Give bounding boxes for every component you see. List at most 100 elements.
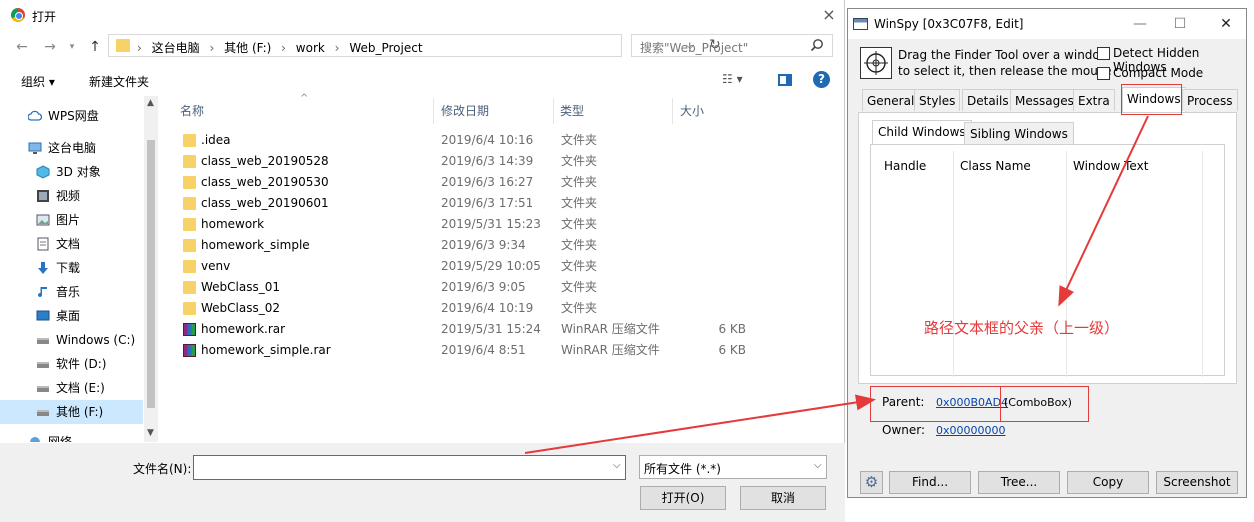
file-row[interactable]: .idea 2019/6/4 10:16 文件夹 (160, 130, 845, 151)
cloud-icon (28, 110, 42, 121)
scroll-up-icon[interactable]: ▲ (147, 98, 154, 108)
sidebar-item-drive-d[interactable]: 软件 (D:) (0, 352, 143, 376)
windows-tab-highlight (1121, 84, 1182, 115)
column-header-window-text[interactable]: Window Text (1073, 159, 1148, 173)
minimize-icon[interactable]: — (1130, 14, 1150, 34)
owner-label: Owner: (882, 423, 926, 437)
column-header-name[interactable]: 名称 (180, 98, 434, 124)
file-row[interactable]: class_web_20190601 2019/6/3 17:51 文件夹 (160, 193, 845, 214)
column-divider (1202, 151, 1203, 377)
folder-icon (183, 176, 196, 189)
preview-pane-icon[interactable] (778, 74, 792, 86)
picture-icon (36, 214, 50, 226)
tab-styles[interactable]: Styles (914, 89, 961, 111)
compact-mode-checkbox[interactable] (1097, 67, 1110, 80)
detect-hidden-checkbox[interactable] (1097, 47, 1110, 60)
file-row[interactable]: WebClass_01 2019/6/3 9:05 文件夹 (160, 277, 845, 298)
help-icon[interactable]: ? (813, 71, 830, 88)
sidebar-item-desktop[interactable]: 桌面 (0, 304, 143, 328)
parent-highlight (870, 386, 1089, 422)
filename-input[interactable] (193, 455, 626, 480)
screenshot-button[interactable]: Screenshot (1156, 471, 1238, 494)
navigation-pane: WPS网盘 这台电脑 3D 对象 视频 图片 文档 下载 音乐 桌面 Windo… (0, 96, 158, 442)
computer-icon (28, 142, 42, 154)
sidebar-item-3d-objects[interactable]: 3D 对象 (0, 160, 143, 184)
tab-general[interactable]: General (862, 89, 920, 111)
up-arrow-icon[interactable]: ↑ (85, 37, 105, 57)
tab-process[interactable]: Process (1182, 89, 1238, 111)
search-input[interactable]: 搜索"Web_Project" (631, 34, 833, 57)
file-row[interactable]: homework_simple 2019/6/3 9:34 文件夹 (160, 235, 845, 256)
column-divider (1066, 151, 1067, 377)
finder-tool-icon[interactable] (860, 47, 892, 79)
back-arrow-icon[interactable]: ← (12, 37, 32, 57)
forward-arrow-icon[interactable]: → (40, 37, 60, 57)
sidebar-item-drive-c[interactable]: Windows (C:) (0, 328, 143, 352)
close-icon[interactable]: ✕ (1216, 14, 1236, 34)
winspy-window: WinSpy [0x3C07F8, Edit] — ☐ ✕ Drag the F… (847, 8, 1247, 498)
folder-icon (116, 39, 130, 52)
column-header-size[interactable]: 大小 (680, 98, 780, 124)
column-header-type[interactable]: 类型 (560, 98, 673, 124)
dialog-title: 打开 (32, 10, 57, 24)
file-row[interactable]: venv 2019/5/29 10:05 文件夹 (160, 256, 845, 277)
sidebar-item-this-pc[interactable]: 这台电脑 (0, 136, 143, 160)
video-icon (37, 190, 49, 202)
open-file-dialog: 打开 × ← → ▾ ↑ › 这台电脑 › 其他 (F:) › work › W… (0, 0, 845, 522)
file-row[interactable]: homework_simple.rar 2019/6/4 8:51 WinRAR 压… (160, 340, 845, 361)
sidebar-item-documents[interactable]: 文档 (0, 232, 143, 256)
compact-mode-label: Compact Mode (1113, 66, 1204, 80)
breadcrumb-item[interactable]: Web_Project (349, 41, 422, 55)
new-folder-button[interactable]: 新建文件夹 (89, 73, 149, 90)
file-row[interactable]: class_web_20190530 2019/6/3 16:27 文件夹 (160, 172, 845, 193)
sidebar-item-drive-e[interactable]: 文档 (E:) (0, 376, 143, 400)
child-windows-list[interactable]: Handle Class Name Window Text (870, 144, 1225, 377)
sidebar-item-downloads[interactable]: 下载 (0, 256, 143, 280)
finder-instructions: to select it, then release the mouse (898, 64, 1112, 78)
column-header-class-name[interactable]: Class Name (960, 159, 1031, 173)
maximize-icon[interactable]: ☐ (1170, 14, 1190, 34)
close-icon[interactable]: × (818, 4, 840, 26)
view-options-icon[interactable]: ☷ ▾ (722, 72, 762, 88)
column-divider (953, 151, 954, 377)
gear-icon[interactable]: ⚙ (860, 471, 883, 494)
chevron-down-icon[interactable]: ⌵ (613, 460, 621, 471)
file-row[interactable]: homework 2019/5/31 15:23 文件夹 (160, 214, 845, 235)
breadcrumb-item[interactable]: work (296, 41, 325, 55)
tab-child-windows[interactable]: Child Windows (872, 120, 972, 145)
sidebar-scroll-thumb[interactable] (147, 140, 155, 408)
scroll-down-icon[interactable]: ▼ (147, 428, 154, 438)
chevron-down-icon[interactable]: ⌵ (814, 460, 822, 471)
breadcrumb-item[interactable]: 这台电脑 (152, 41, 200, 55)
file-row[interactable]: class_web_20190528 2019/6/3 14:39 文件夹 (160, 151, 845, 172)
sidebar-item-network[interactable]: 网络 (0, 430, 143, 442)
tab-sibling-windows[interactable]: Sibling Windows (964, 122, 1074, 144)
column-header-handle[interactable]: Handle (884, 159, 926, 173)
tab-messages[interactable]: Messages (1010, 89, 1079, 111)
sidebar-item-drive-f[interactable]: 其他 (F:) (0, 400, 143, 424)
address-bar[interactable]: › 这台电脑 › 其他 (F:) › work › Web_Project ⌵ … (108, 34, 721, 57)
sidebar-item-videos[interactable]: 视频 (0, 184, 143, 208)
owner-handle-link[interactable]: 0x00000000 (936, 424, 1006, 437)
recent-dropdown-icon[interactable]: ▾ (62, 37, 82, 57)
file-type-filter[interactable]: 所有文件 (*.*) (639, 455, 827, 479)
app-icon (853, 18, 868, 30)
copy-button[interactable]: Copy (1067, 471, 1149, 494)
column-header-date[interactable]: 修改日期 (441, 98, 554, 124)
tree-button[interactable]: Tree... (978, 471, 1060, 494)
organize-button[interactable]: 组织 ▾ (21, 73, 55, 90)
sidebar-item-wps-cloud[interactable]: WPS网盘 (0, 104, 143, 128)
open-button[interactable]: 打开(O) (640, 486, 726, 510)
tab-extra[interactable]: Extra (1073, 89, 1115, 111)
cube-icon (36, 165, 50, 179)
breadcrumb-item[interactable]: 其他 (F:) (224, 41, 271, 55)
tab-details[interactable]: Details (962, 89, 1014, 111)
file-row[interactable]: homework.rar 2019/5/31 15:24 WinRAR 压缩文件 6 … (160, 319, 845, 340)
find-button[interactable]: Find... (889, 471, 971, 494)
file-row[interactable]: WebClass_02 2019/6/4 10:19 文件夹 (160, 298, 845, 319)
download-icon (38, 262, 48, 274)
search-icon[interactable] (810, 38, 824, 52)
sidebar-item-pictures[interactable]: 图片 (0, 208, 143, 232)
cancel-button[interactable]: 取消 (740, 486, 826, 510)
sidebar-item-music[interactable]: 音乐 (0, 280, 143, 304)
